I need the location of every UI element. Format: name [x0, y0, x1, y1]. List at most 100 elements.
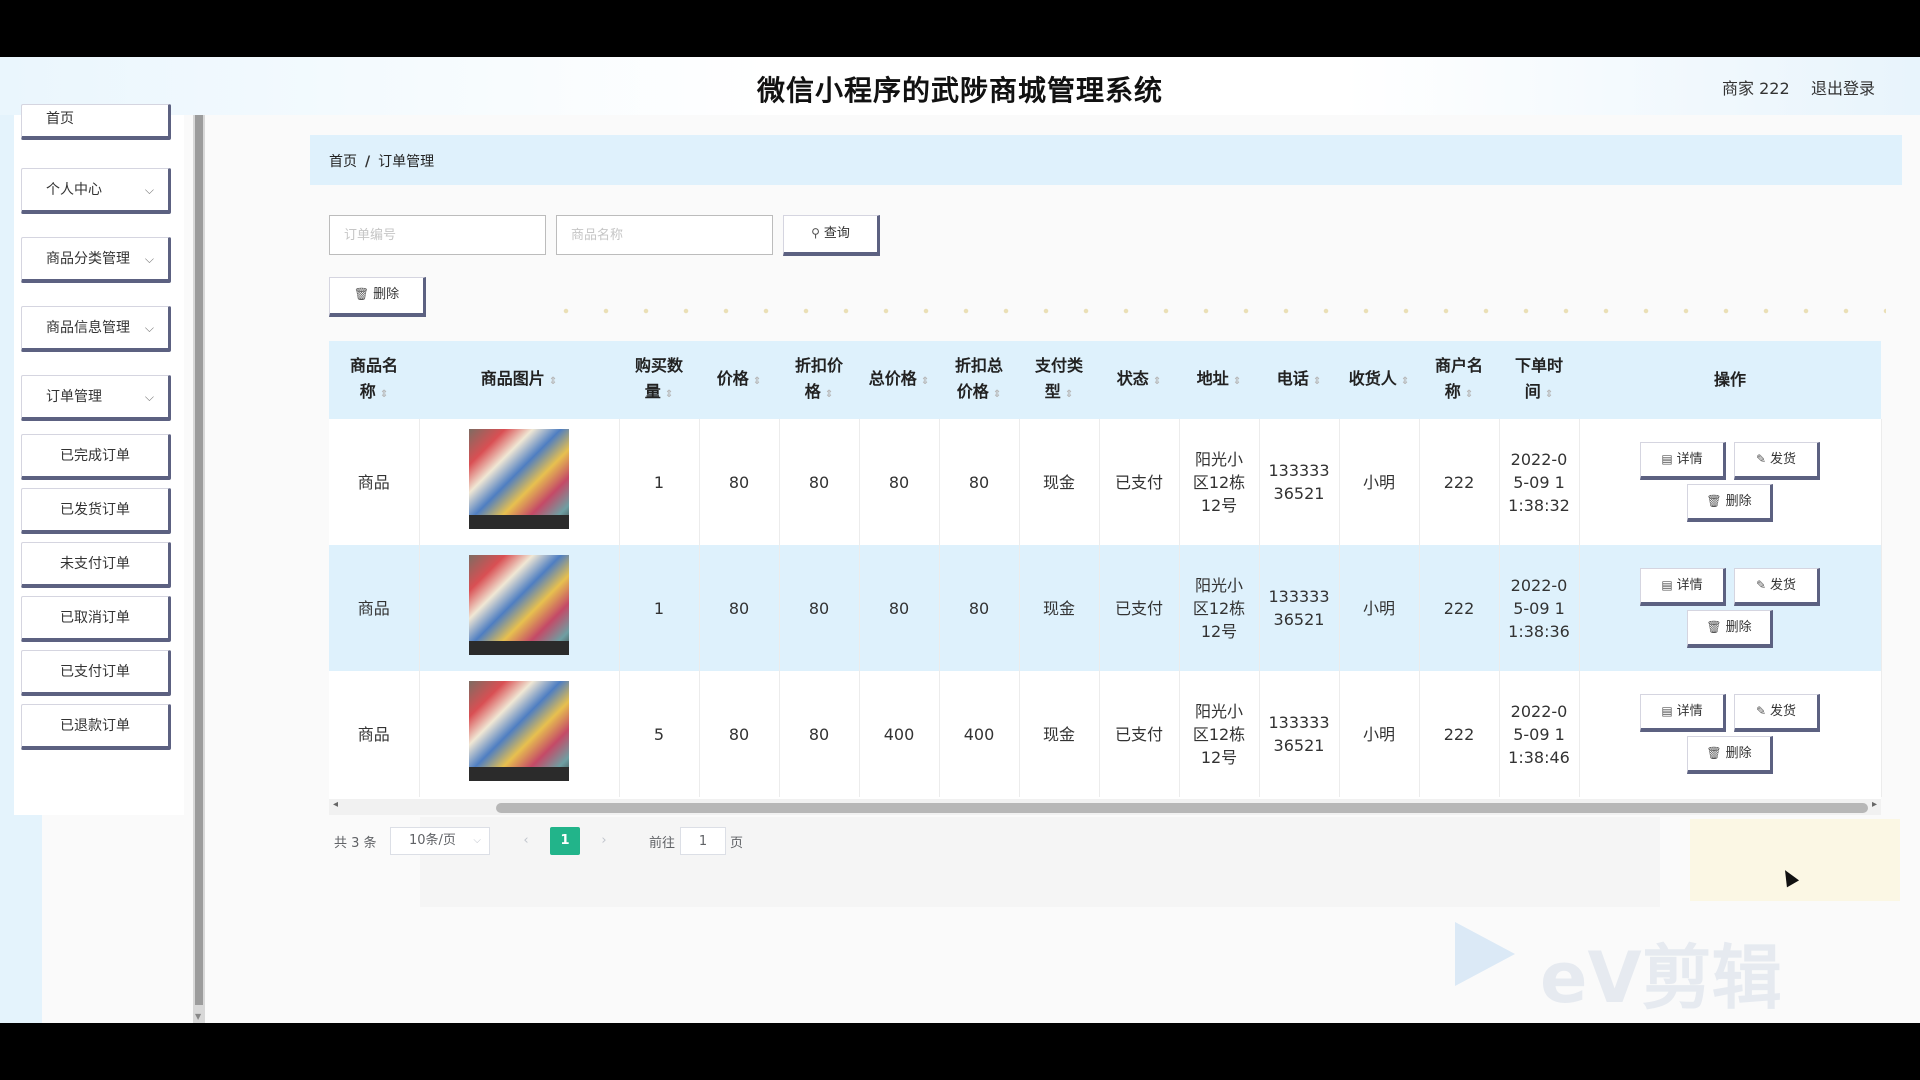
sort-icon[interactable]: ⇕ [825, 389, 833, 400]
sort-icon[interactable]: ⇕ [1233, 376, 1241, 387]
cell-order-time: 2022-0 5-09 1 1:38:36 [1499, 545, 1580, 671]
product-name-input[interactable] [556, 215, 773, 255]
row-delete-button[interactable]: 🗑 删除 [1687, 736, 1773, 774]
page-number-current[interactable]: 1 [550, 827, 580, 855]
column-header[interactable]: 折扣价格 ⇕ [779, 341, 859, 419]
cell-price-text: 80 [728, 598, 750, 618]
sidebar-subitem-refunded[interactable]: 已退款订单 [21, 704, 171, 750]
breadcrumb-bar: 首页 / 订单管理 [310, 135, 1902, 185]
cell-payment-type: 现金 [1019, 419, 1100, 545]
ship-button[interactable]: ✎ 发货 [1734, 694, 1820, 732]
detail-button-label: 详情 [1676, 578, 1703, 593]
product-thumbnail[interactable] [469, 429, 569, 529]
sort-icon[interactable]: ⇕ [1401, 376, 1409, 387]
sidebar-item-profile[interactable]: 个人中心 ⌵ [21, 168, 171, 214]
ship-button[interactable]: ✎ 发货 [1734, 568, 1820, 606]
table-row[interactable]: 商品 5 80 80 400 400 现金 已支付 阳光小 区12栋 12号 133333 36521 小… [329, 671, 1882, 797]
sort-icon[interactable]: ⇕ [753, 376, 761, 387]
table-row[interactable]: 商品 1 80 80 80 80 现金 已支付 阳光小 区12栋 12号 133333 36521 小明 2… [329, 419, 1882, 545]
column-header[interactable]: 总价格 ⇕ [859, 341, 939, 419]
chevron-down-icon: ⌵ [144, 390, 154, 404]
column-header-label: 折扣价 [794, 355, 843, 375]
logout-link[interactable]: 退出登录 [1811, 75, 1875, 99]
sort-icon[interactable]: ⇕ [380, 389, 388, 400]
detail-button[interactable]: ▤ 详情 [1640, 568, 1726, 606]
prev-page-button[interactable]: ‹ [512, 827, 540, 855]
sidebar-scrollbar-thumb[interactable] [195, 115, 203, 1005]
cell-order-time-line: 2022-0 [1510, 575, 1568, 595]
sidebar-subitem-shipped[interactable]: 已发货订单 [21, 488, 171, 534]
breadcrumb-home[interactable]: 首页 [329, 154, 357, 170]
column-header[interactable]: 商品图片 ⇕ [419, 341, 619, 419]
sort-icon[interactable]: ⇕ [1065, 389, 1073, 400]
scroll-right-icon[interactable]: ▸ [1872, 799, 1877, 810]
column-header-label-line2: 格 [804, 381, 821, 401]
column-header-label: 商户名 [1434, 355, 1483, 375]
product-thumbnail[interactable] [469, 681, 569, 781]
column-header[interactable]: 电话 ⇕ [1259, 341, 1339, 419]
column-header-label: 商品图片 [480, 368, 545, 388]
sidebar-subitem-cancelled[interactable]: 已取消订单 [21, 596, 171, 642]
edit-icon: ✎ [1755, 704, 1767, 718]
sidebar-scrollbar[interactable]: ▼ [193, 115, 205, 1023]
detail-button[interactable]: ▤ 详情 [1640, 694, 1726, 732]
detail-button[interactable]: ▤ 详情 [1640, 442, 1726, 480]
cell-product-image [419, 419, 620, 545]
cell-discount-price: 80 [779, 419, 860, 545]
column-header[interactable]: 折扣总 价格 ⇕ [939, 341, 1019, 419]
sort-icon[interactable]: ⇕ [549, 376, 557, 387]
scroll-down-icon[interactable]: ▼ [195, 1012, 201, 1021]
sort-icon[interactable]: ⇕ [1545, 389, 1553, 400]
sort-icon[interactable]: ⇕ [993, 389, 1001, 400]
sort-icon[interactable]: ⇕ [1153, 376, 1161, 387]
column-header[interactable]: 状态 ⇕ [1099, 341, 1179, 419]
column-header[interactable]: 支付类型 ⇕ [1019, 341, 1099, 419]
column-header[interactable]: 购买数量 ⇕ [619, 341, 699, 419]
table-scrollbar-thumb[interactable] [496, 803, 1868, 813]
sort-icon[interactable]: ⇕ [1465, 389, 1473, 400]
sort-icon[interactable]: ⇕ [921, 376, 929, 387]
cell-discount-price-text: 80 [808, 472, 830, 492]
sidebar-subitem-completed[interactable]: 已完成订单 [21, 434, 171, 480]
cell-order-time: 2022-0 5-09 1 1:38:46 [1499, 671, 1580, 797]
row-delete-button[interactable]: 🗑 删除 [1687, 610, 1773, 648]
column-header[interactable]: 价格 ⇕ [699, 341, 779, 419]
ship-button[interactable]: ✎ 发货 [1734, 442, 1820, 480]
scroll-left-icon[interactable]: ◂ [333, 799, 338, 810]
column-header[interactable]: 收货人 ⇕ [1339, 341, 1419, 419]
sidebar-item-category[interactable]: 商品分类管理 ⌵ [21, 237, 171, 283]
table-header-row: 商品名称 ⇕ 商品图片 ⇕ 购买数量 ⇕ 价格 ⇕ 折扣价格 ⇕ 总价格 ⇕ 折扣总 价格 ⇕ 支付类型 ⇕ 状态… [329, 341, 1881, 419]
batch-delete-button[interactable]: 🗑 删除 [329, 277, 426, 317]
column-header-label-line2: 型 [1044, 381, 1061, 401]
sort-icon[interactable]: ⇕ [665, 389, 673, 400]
cell-phone-line: 133333 [1268, 461, 1330, 480]
column-header[interactable]: 下单时间 ⇕ [1499, 341, 1579, 419]
sort-icon[interactable]: ⇕ [1313, 376, 1321, 387]
product-thumbnail[interactable] [469, 555, 569, 655]
sidebar-subitem-unpaid[interactable]: 未支付订单 [21, 542, 171, 588]
chevron-down-icon: ⌵ [473, 835, 481, 846]
sidebar-item-product-info[interactable]: 商品信息管理 ⌵ [21, 306, 171, 352]
sidebar-item-orders[interactable]: 订单管理 ⌵ [21, 375, 171, 421]
table-horizontal-scrollbar[interactable]: ◂ ▸ [329, 799, 1881, 815]
cell-order-time-line: 1:38:32 [1508, 495, 1570, 515]
column-header[interactable]: 地址 ⇕ [1179, 341, 1259, 419]
column-header[interactable]: 商户名称 ⇕ [1419, 341, 1499, 419]
order-number-input[interactable] [329, 215, 546, 255]
column-header[interactable]: 商品名称 ⇕ [329, 341, 419, 419]
page-size-select[interactable]: 10条/页 ⌵ [390, 827, 490, 855]
row-delete-button[interactable]: 🗑 删除 [1687, 484, 1773, 522]
cell-phone: 133333 36521 [1259, 419, 1340, 545]
column-header-label-line2: 量 [644, 381, 661, 401]
table-row[interactable]: 商品 1 80 80 80 80 现金 已支付 阳光小 区12栋 12号 133333 36521 小明 2… [329, 545, 1882, 671]
next-page-button[interactable]: › [590, 827, 618, 855]
sidebar-item-home[interactable]: 首页 [21, 104, 171, 140]
chevron-down-icon: ⌵ [144, 183, 154, 197]
query-button[interactable]: ⚲ 查询 [783, 215, 880, 256]
cell-actions: ▤ 详情 ✎ 发货 🗑 删除 [1579, 545, 1882, 671]
sidebar-subitem-paid[interactable]: 已支付订单 [21, 650, 171, 696]
goto-page-input[interactable] [680, 827, 726, 855]
cell-address-line: 阳光小 [1194, 449, 1243, 469]
cell-discount-price: 80 [779, 545, 860, 671]
cell-quantity: 5 [619, 671, 700, 797]
